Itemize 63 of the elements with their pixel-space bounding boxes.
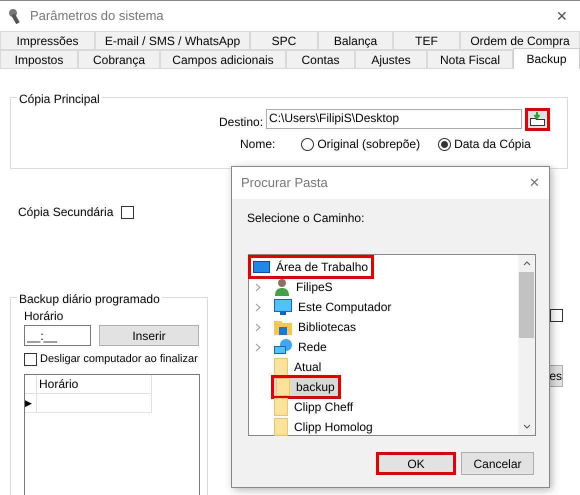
window-title: Parâmetros do sistema — [30, 7, 164, 26]
field-label: Destino: — [219, 114, 264, 131]
field-label: Nome: — [240, 136, 276, 153]
chevron-icon[interactable] — [255, 302, 261, 312]
field-label: Horário — [24, 308, 64, 325]
chevron-icon[interactable] — [255, 282, 261, 292]
checkbox-label: Cópia Secundária — [18, 204, 114, 221]
tab[interactable]: Backup — [513, 48, 580, 69]
tab[interactable]: Ajustes — [355, 50, 427, 69]
checkbox[interactable] — [121, 206, 134, 218]
folder-icon — [274, 418, 288, 436]
tab[interactable]: Nota Fiscal — [427, 50, 513, 69]
folder-download-icon — [530, 112, 546, 126]
tree-item[interactable]: Este Computador — [273, 297, 396, 317]
library-folder-icon — [274, 319, 292, 335]
tree-item[interactable]: Rede — [273, 337, 331, 357]
cancel-button[interactable]: Cancelar — [461, 452, 534, 475]
close-button[interactable]: ✕ — [552, 6, 572, 26]
dialog-title: Procurar Pasta — [241, 174, 328, 192]
tree-item[interactable]: Bibliotecas — [273, 317, 360, 337]
checkbox-label: Desligar computador ao finalizar — [40, 352, 198, 367]
ok-button[interactable]: OK — [376, 452, 456, 475]
person-icon — [274, 278, 290, 296]
radio-button[interactable] — [301, 138, 314, 150]
insert-button[interactable]: Inserir — [99, 325, 199, 346]
tab[interactable]: TEF — [393, 31, 460, 50]
header-corner-cell — [25, 374, 37, 394]
tree-item[interactable]: Atual — [273, 357, 326, 377]
tree-item[interactable]: Área de Trabalho — [250, 257, 372, 277]
tree-item[interactable]: Clipp Homolog — [273, 417, 377, 437]
tab[interactable]: Campos adicionais — [160, 50, 286, 69]
tab[interactable]: Balança — [318, 31, 393, 50]
chevron-icon[interactable] — [255, 322, 261, 332]
scrollbar[interactable] — [518, 255, 535, 435]
folder-icon — [274, 358, 288, 376]
checkbox[interactable] — [24, 352, 37, 366]
tab[interactable]: Impostos — [0, 50, 78, 69]
browse-button[interactable] — [525, 108, 550, 130]
checkbox[interactable] — [550, 309, 563, 322]
tab[interactable]: Contas — [286, 50, 355, 69]
tab[interactable]: Ordem de Compra — [460, 31, 580, 50]
radio-label: Data da Cópia — [454, 136, 531, 153]
tab[interactable]: E-mail / SMS / WhatsApp — [95, 31, 250, 50]
folder-icon — [274, 398, 288, 416]
folder-icon — [276, 378, 290, 396]
time-field[interactable]: __:__ — [24, 325, 91, 346]
tab[interactable]: SPC — [250, 31, 318, 50]
tab[interactable]: Impressões — [0, 31, 95, 50]
network-icon — [274, 338, 292, 356]
radio-button[interactable] — [438, 138, 452, 150]
tree-item[interactable]: Clipp Cheff — [273, 397, 358, 417]
tree-item[interactable]: backup — [273, 377, 339, 397]
column-header: Horário — [37, 374, 152, 394]
chevron-icon[interactable] — [255, 342, 261, 352]
path-field[interactable]: C:\Users\FilipiS\Desktop — [266, 109, 522, 129]
close-button[interactable]: ✕ — [529, 173, 540, 193]
prompt-text: Selecione o Caminho: — [247, 210, 366, 227]
tree-item[interactable]: FilipeS — [273, 277, 337, 297]
tab[interactable]: Cobrança — [78, 50, 160, 69]
radio-label: Original (sobrepõe) — [317, 136, 420, 153]
desktop-icon — [253, 261, 270, 273]
monitor-icon — [274, 298, 292, 316]
wrench-icon — [8, 8, 22, 24]
